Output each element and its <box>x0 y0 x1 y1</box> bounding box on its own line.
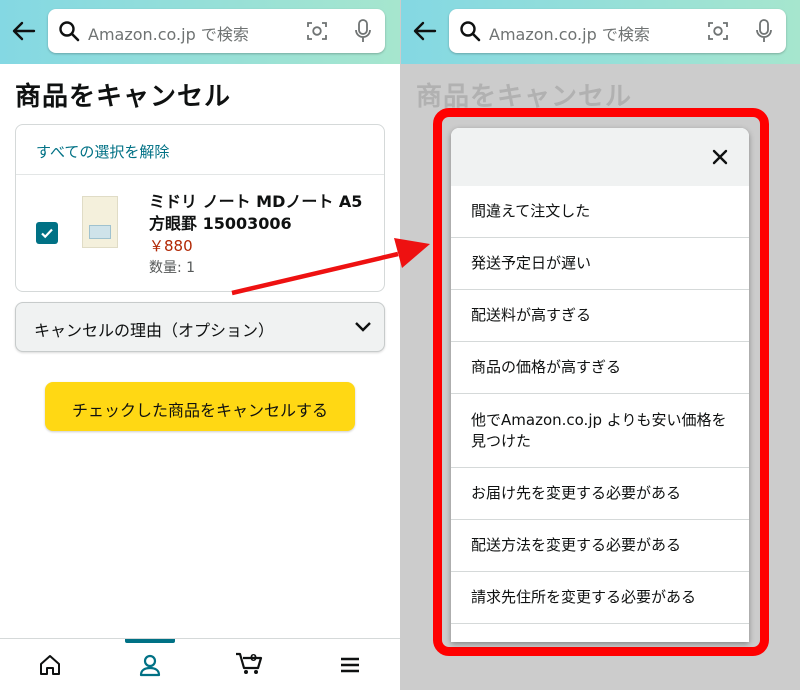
page-title: 商品をキャンセル <box>15 82 232 112</box>
close-icon[interactable] <box>709 146 731 168</box>
back-arrow-icon[interactable] <box>411 17 439 45</box>
search-icon <box>460 21 481 42</box>
reason-option[interactable]: お届け先を変更する必要がある <box>451 468 749 520</box>
nav-home[interactable] <box>0 639 100 690</box>
cart-icon: 0 <box>236 652 263 674</box>
nav-account[interactable] <box>100 639 200 690</box>
cart-count: 0 <box>250 653 257 664</box>
search-icon <box>59 21 80 42</box>
camera-scan-icon[interactable] <box>306 20 328 42</box>
reason-option-label: 配送料が高すぎる <box>471 306 592 324</box>
left-screen: Amazon.co.jp で検索 商品をキャンセル すべての選択を解除 ミドリ … <box>0 0 400 690</box>
item-checkbox[interactable] <box>36 222 58 244</box>
order-item-card: すべての選択を解除 ミドリ ノート MDノート A5 方眼罫 15003006 … <box>15 124 385 292</box>
reason-option[interactable]: 発送予定日が遅い <box>451 238 749 290</box>
reason-option[interactable]: 配送料が高すぎる <box>451 290 749 342</box>
back-arrow-icon[interactable] <box>10 17 38 45</box>
product-name[interactable]: ミドリ ノート MDノート A5 方眼罫 15003006 <box>149 191 374 235</box>
camera-scan-icon[interactable] <box>707 20 729 42</box>
dropdown-label: キャンセルの理由（オプション） <box>34 321 275 340</box>
search-placeholder: Amazon.co.jp で検索 <box>88 25 249 44</box>
divider <box>16 174 384 175</box>
reason-option[interactable]: 配送方法を変更する必要がある <box>451 520 749 572</box>
reason-option[interactable]: 他でAmazon.co.jp よりも安い価格を見つけた <box>451 394 749 468</box>
reason-option[interactable]: 商品の価格が高すぎる <box>451 342 749 394</box>
menu-icon <box>341 657 359 673</box>
modal-header <box>451 128 749 186</box>
product-thumbnail[interactable] <box>82 196 118 248</box>
reason-option-label: 発送予定日が遅い <box>471 254 592 272</box>
account-icon <box>139 654 161 677</box>
header-bar: Amazon.co.jp で検索 <box>0 0 400 64</box>
microphone-icon[interactable] <box>354 19 372 43</box>
search-placeholder: Amazon.co.jp で検索 <box>489 25 650 44</box>
nav-cart[interactable]: 0 <box>200 639 300 690</box>
cancel-reason-dropdown[interactable]: キャンセルの理由（オプション） <box>15 302 385 352</box>
cancel-reason-modal: 間違えて注文した 発送予定日が遅い 配送料が高すぎる商品の価格が高すぎる他でAmaz… <box>451 128 749 642</box>
reason-option-label: 他でAmazon.co.jp よりも安い価格を見つけた <box>471 411 727 450</box>
header-bar: Amazon.co.jp で検索 <box>401 0 800 64</box>
bottom-nav: 0 <box>0 638 400 690</box>
reason-option-label: お届け先を変更する必要がある <box>471 484 682 502</box>
home-icon <box>40 655 60 675</box>
product-price: ￥880 <box>149 237 193 255</box>
right-screen: Amazon.co.jp で検索 商品をキャンセル 間違えて注文した 発送予定日が… <box>400 0 800 690</box>
button-label: チェックした商品をキャンセルする <box>71 401 328 420</box>
reason-option[interactable]: 間違えて注文した <box>451 186 749 238</box>
microphone-icon[interactable] <box>755 19 773 43</box>
reason-option-label: 請求先住所を変更する必要がある <box>471 588 697 606</box>
deselect-all-link[interactable]: すべての選択を解除 <box>36 141 169 162</box>
active-indicator <box>125 639 175 643</box>
reason-option[interactable]: 請求先住所を変更する必要がある <box>451 572 749 624</box>
reason-option-label: 配送方法を変更する必要がある <box>471 536 682 554</box>
reason-option-label: 商品の価格が高すぎる <box>471 358 622 376</box>
search-input[interactable]: Amazon.co.jp で検索 <box>449 9 786 53</box>
chevron-down-icon <box>355 322 371 332</box>
cancel-checked-items-button[interactable]: チェックした商品をキャンセルする <box>45 382 355 431</box>
nav-menu[interactable] <box>300 639 400 690</box>
search-input[interactable]: Amazon.co.jp で検索 <box>48 9 385 53</box>
reason-option-label: 間違えて注文した <box>471 202 591 220</box>
checkmark-icon <box>41 228 53 239</box>
product-quantity: 数量: 1 <box>149 260 196 276</box>
